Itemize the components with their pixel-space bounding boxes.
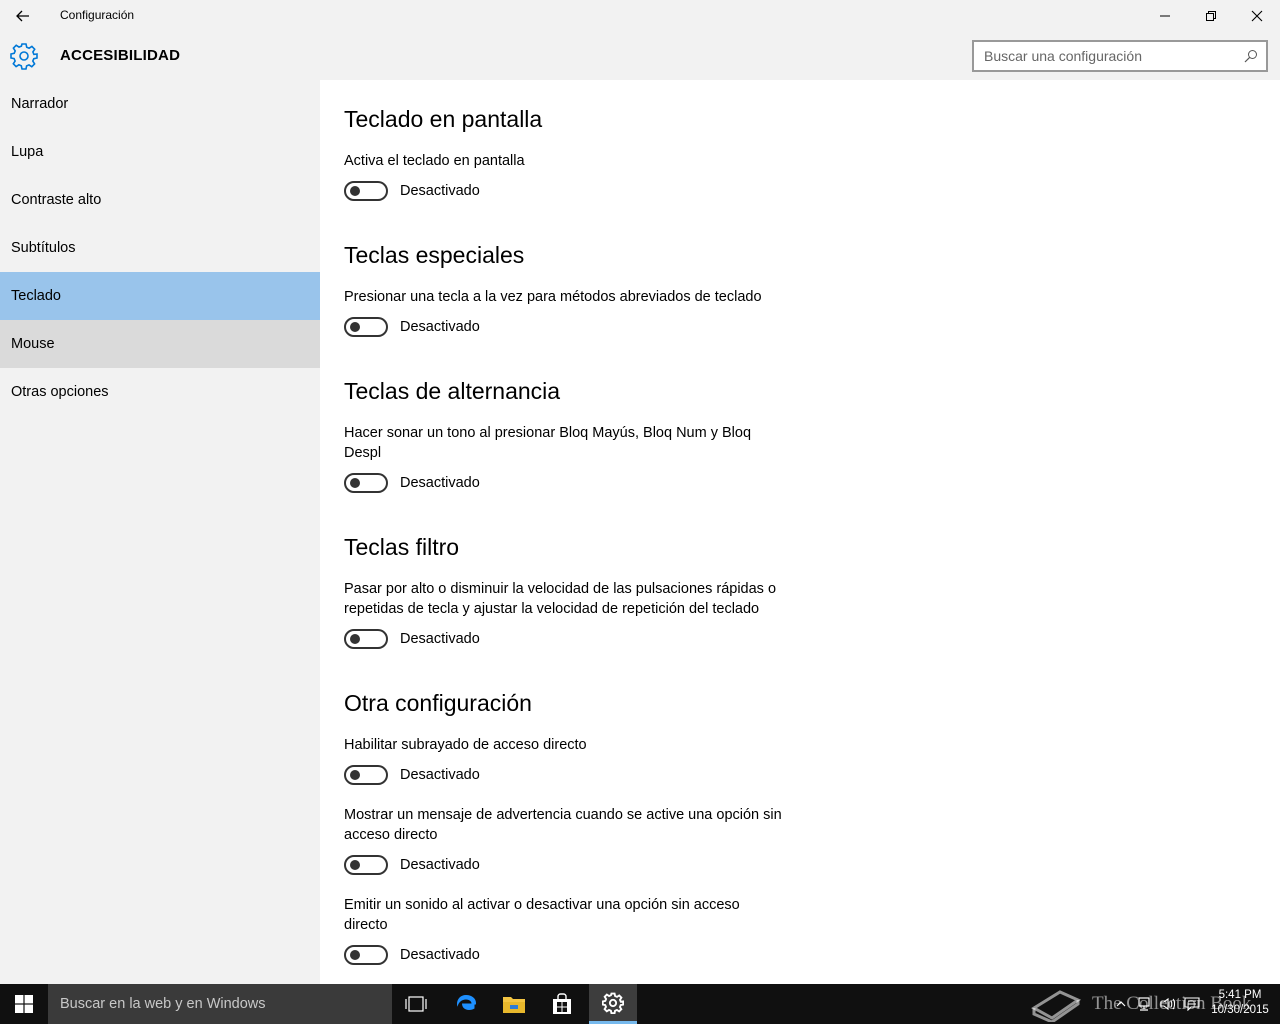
sidebar-item-label: Lupa [11, 144, 44, 160]
toggle-switch[interactable] [344, 473, 388, 493]
restore-icon [1206, 11, 1216, 21]
toggle-state-label: Desactivado [400, 475, 480, 491]
edge-browser-icon [457, 995, 476, 1010]
page-title: ACCESIBILIDAD [60, 47, 181, 64]
setting-description: Emitir un sonido al activar o desactivar… [344, 897, 740, 933]
clock-time: 5:41 PM [1218, 989, 1262, 1001]
toggle-switch[interactable] [344, 181, 388, 201]
task-view-button[interactable] [392, 984, 440, 1024]
search-icon[interactable] [1244, 49, 1258, 63]
show-hidden-icons-button[interactable] [1112, 984, 1130, 1024]
taskbar-clock[interactable]: 5:41 PM 10/30/2015 [1204, 988, 1276, 1018]
sidebar: Narrador Lupa Contraste alto Subtítulos … [0, 80, 320, 984]
sidebar-item-label: Otras opciones [11, 384, 109, 400]
sidebar-item-label: Narrador [11, 96, 69, 112]
file-explorer-button[interactable] [490, 984, 538, 1024]
setting-description: Hacer sonar un tono al presionar Bloq Ma… [344, 425, 752, 461]
restore-button[interactable] [1188, 0, 1234, 32]
folder-icon [503, 997, 525, 1013]
store-button[interactable] [538, 984, 586, 1024]
gear-icon [602, 992, 624, 1014]
gear-icon [10, 43, 38, 70]
toggle-state-label: Desactivado [400, 947, 480, 963]
toggle-knob [350, 322, 360, 332]
toggle-knob [350, 186, 360, 196]
toggle-knob [350, 950, 360, 960]
close-icon [1251, 10, 1263, 22]
group-title-teclas-filtro: Teclas filtro [344, 534, 460, 560]
toggle-state-label: Desactivado [400, 183, 480, 199]
minimize-button[interactable] [1142, 0, 1188, 32]
windows-logo-icon [15, 995, 33, 1013]
sidebar-item-teclado[interactable]: Teclado [0, 272, 320, 320]
settings-taskbar-button[interactable] [589, 984, 637, 1024]
setting-description: Pasar por alto o disminuir la velocidad … [344, 581, 777, 617]
toggle-state-label: Desactivado [400, 631, 480, 647]
volume-button[interactable] [1158, 984, 1178, 1024]
chevron-up-icon [1116, 1001, 1126, 1007]
taskbar: The Collection Book 5:41 PM 10/30/2015 [0, 984, 1280, 1024]
toggle-knob [350, 634, 360, 644]
sidebar-item-lupa[interactable]: Lupa [0, 128, 320, 176]
setting-description: Mostrar un mensaje de advertencia cuando… [344, 807, 782, 843]
notification-icon [1184, 997, 1200, 1011]
group-title-teclas-especiales: Teclas especiales [344, 242, 525, 268]
sidebar-item-narrador[interactable]: Narrador [0, 80, 320, 128]
start-button[interactable] [0, 984, 48, 1024]
sidebar-item-subtitulos[interactable]: Subtítulos [0, 224, 320, 272]
taskbar-search-input[interactable] [48, 984, 378, 1024]
close-button[interactable] [1234, 0, 1280, 32]
book-icon [1031, 990, 1082, 1022]
toggle-switch[interactable] [344, 855, 388, 875]
toggle-switch[interactable] [344, 765, 388, 785]
sidebar-item-mouse[interactable]: Mouse [0, 320, 320, 368]
toggle-switch[interactable] [344, 629, 388, 649]
network-button[interactable] [1134, 984, 1154, 1024]
toggle-row: Desactivado [344, 855, 480, 875]
page-header: ACCESIBILIDAD [0, 32, 1280, 80]
speaker-icon [1160, 997, 1176, 1011]
sidebar-item-label: Teclado [11, 288, 61, 304]
store-bag-icon [553, 993, 571, 1014]
toggle-row: Desactivado [344, 473, 480, 493]
toggle-row: Desactivado [344, 181, 480, 201]
main-content: Teclado en pantalla Activa el teclado en… [320, 80, 1280, 984]
sidebar-item-otras-opciones[interactable]: Otras opciones [0, 368, 320, 416]
group-title-teclas-de-alternancia: Teclas de alternancia [344, 378, 561, 404]
search-input[interactable] [974, 42, 1224, 70]
sidebar-item-label: Subtítulos [11, 240, 76, 256]
group-title-teclado-en-pantalla: Teclado en pantalla [344, 106, 543, 132]
task-view-icon [405, 996, 427, 1012]
clock-date: 10/30/2015 [1211, 1004, 1269, 1016]
edge-button[interactable] [442, 984, 490, 1024]
back-button[interactable] [0, 0, 46, 32]
group-title-otra-configuracion: Otra configuración [344, 690, 532, 716]
toggle-row: Desactivado [344, 945, 480, 965]
back-arrow-icon [16, 10, 29, 22]
setting-description: Activa el teclado en pantalla [344, 153, 525, 169]
app-title: Configuración [60, 8, 135, 22]
minimize-icon [1160, 15, 1170, 17]
toggle-state-label: Desactivado [400, 857, 480, 873]
settings-search[interactable] [972, 40, 1268, 72]
setting-description: Habilitar subrayado de acceso directo [344, 737, 587, 753]
toggle-state-label: Desactivado [400, 767, 480, 783]
sidebar-item-contraste-alto[interactable]: Contraste alto [0, 176, 320, 224]
setting-description: Presionar una tecla a la vez para método… [344, 289, 762, 305]
toggle-switch[interactable] [344, 945, 388, 965]
sidebar-item-label: Contraste alto [11, 192, 102, 208]
title-bar: Configuración [0, 0, 1280, 32]
toggle-state-label: Desactivado [400, 319, 480, 335]
toggle-row: Desactivado [344, 317, 480, 337]
toggle-switch[interactable] [344, 317, 388, 337]
network-icon [1138, 997, 1150, 1011]
toggle-knob [350, 860, 360, 870]
taskbar-search[interactable] [48, 984, 392, 1024]
toggle-knob [350, 478, 360, 488]
toggle-row: Desactivado [344, 765, 480, 785]
action-center-button[interactable] [1182, 984, 1202, 1024]
toggle-row: Desactivado [344, 629, 480, 649]
toggle-knob [350, 770, 360, 780]
sidebar-item-label: Mouse [11, 336, 55, 352]
